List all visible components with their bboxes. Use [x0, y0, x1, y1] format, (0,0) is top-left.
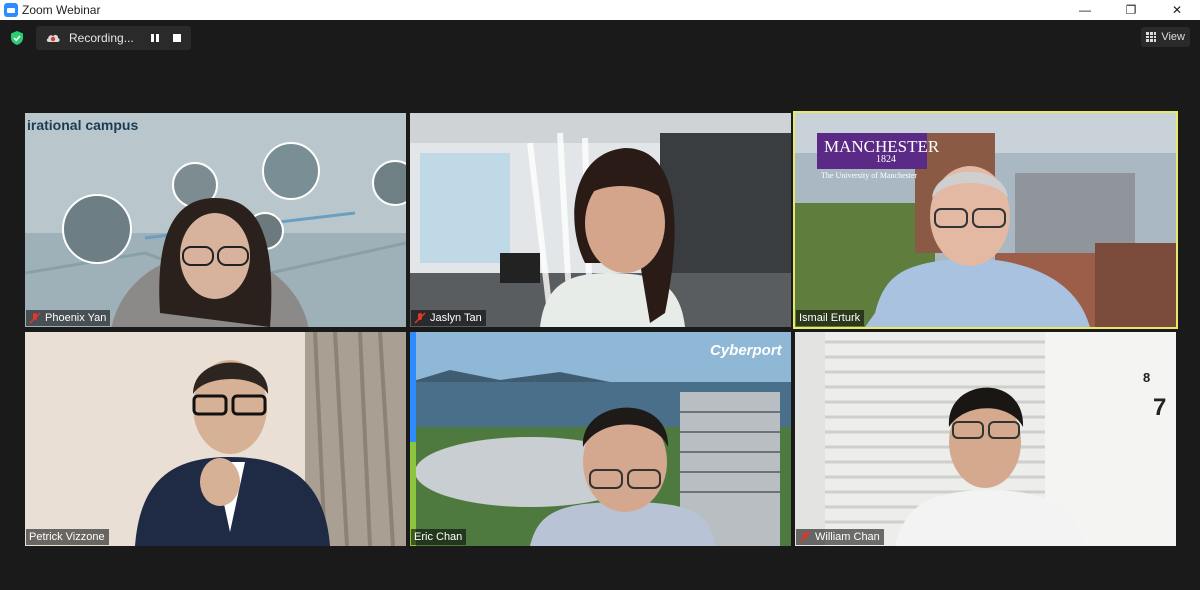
shield-check-icon[interactable]: [9, 30, 25, 46]
participant-name: William Chan: [815, 531, 880, 543]
minimize-button[interactable]: —: [1062, 0, 1108, 20]
participant-name-tag: Phoenix Yan: [26, 310, 111, 326]
background-heading-text: irational campus: [27, 117, 139, 133]
meeting-topbar: Recording... View: [0, 20, 1200, 56]
close-button[interactable]: ✕: [1154, 0, 1200, 20]
clock-digit-8: 8: [1143, 370, 1151, 385]
cloud-recording-icon: [46, 34, 60, 42]
participant-name-tag: Jaslyn Tan: [411, 310, 486, 326]
video-tile-petrick-vizzone[interactable]: Petrick Vizzone: [25, 332, 406, 546]
view-button[interactable]: View: [1141, 27, 1190, 47]
participant-name: Petrick Vizzone: [29, 531, 105, 543]
participant-name-tag: Eric Chan: [411, 529, 467, 545]
video-tile-ismail-erturk[interactable]: MANCHESTER 1824 The University of Manche…: [793, 111, 1178, 329]
participant-name: Phoenix Yan: [45, 312, 107, 324]
manchester-logo-year: 1824: [876, 154, 896, 165]
muted-mic-icon: [414, 312, 426, 324]
participant-name: Ismail Erturk: [799, 312, 861, 324]
video-feed: [25, 332, 406, 546]
pause-recording-button[interactable]: [147, 30, 163, 46]
video-feed: [410, 113, 791, 327]
cyberport-logo-text: Cyberport: [710, 342, 782, 359]
participant-name-tag: Ismail Erturk: [796, 310, 865, 326]
recording-label: Recording...: [69, 31, 134, 45]
manchester-logo-caption: The University of Manchester: [821, 171, 918, 180]
muted-mic-icon: [799, 531, 811, 543]
window-titlebar: Zoom Webinar — ❐ ✕: [0, 0, 1200, 20]
participant-name: Jaslyn Tan: [430, 312, 482, 324]
view-label: View: [1161, 31, 1185, 43]
window-controls: — ❐ ✕: [1062, 0, 1200, 20]
video-tile-eric-chan[interactable]: Cyberport Eric Chan: [410, 332, 791, 546]
stop-recording-button[interactable]: [169, 30, 185, 46]
video-tile-phoenix-yan[interactable]: irational campus Phoenix Yan: [25, 113, 406, 327]
restore-button[interactable]: ❐: [1108, 0, 1154, 20]
window-title: Zoom Webinar: [22, 3, 101, 17]
video-tile-william-chan[interactable]: 8 7 William Chan: [795, 332, 1176, 546]
video-tile-jaslyn-tan[interactable]: Jaslyn Tan: [410, 113, 791, 327]
participant-name-tag: William Chan: [796, 529, 884, 545]
video-feed: [795, 332, 1176, 546]
participant-name-tag: Petrick Vizzone: [26, 529, 109, 545]
participant-name: Eric Chan: [414, 531, 463, 543]
muted-mic-icon: [29, 312, 41, 324]
video-feed: [25, 113, 406, 327]
video-feed: [410, 332, 791, 546]
clock-digit-7: 7: [1153, 394, 1167, 421]
recording-indicator: Recording...: [36, 26, 191, 50]
zoom-app-icon: [4, 3, 18, 17]
grid-view-icon: [1146, 32, 1157, 42]
